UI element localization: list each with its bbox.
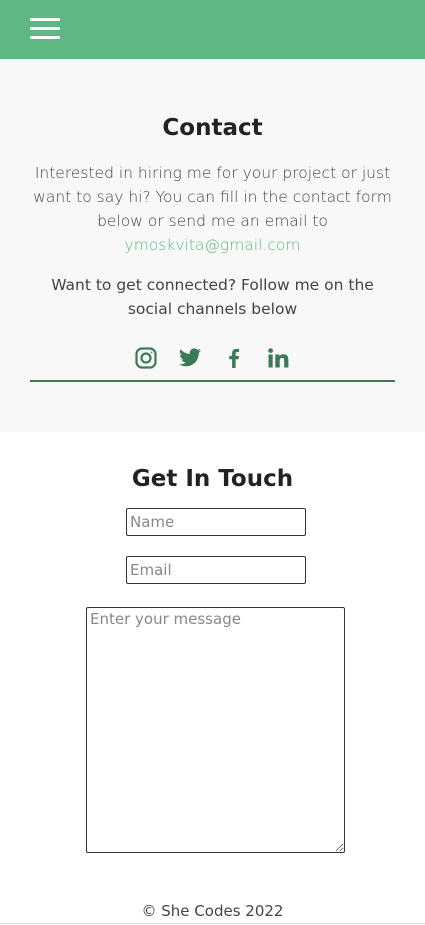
contact-intro: Interested in hiring me for your project… (30, 161, 395, 257)
menu-bar (30, 18, 60, 21)
contact-intro-text: Interested in hiring me for your project… (33, 164, 392, 230)
get-in-touch-title: Get In Touch (131, 466, 294, 492)
linkedin-icon[interactable] (266, 346, 290, 370)
section-divider (30, 380, 395, 382)
name-field[interactable] (126, 508, 306, 536)
instagram-icon[interactable] (134, 346, 158, 370)
menu-bar (30, 36, 60, 39)
facebook-icon[interactable] (222, 346, 246, 370)
hamburger-menu-icon[interactable] (30, 18, 60, 40)
email-link[interactable]: ymoskvita@gmail.com (125, 236, 301, 254)
social-links (0, 346, 425, 372)
twitter-icon[interactable] (178, 346, 202, 370)
menu-bar (30, 27, 60, 30)
message-field[interactable] (86, 607, 345, 853)
get-in-touch-section: Get In Touch © She Codes 2022 (0, 432, 425, 925)
social-text: Want to get connected? Follow me on the … (51, 276, 374, 318)
contact-section: Contact Interested in hiring me for your… (0, 59, 425, 432)
footer-divider (0, 923, 425, 924)
contact-title: Contact (162, 115, 263, 141)
navbar (0, 0, 425, 59)
email-field[interactable] (126, 556, 306, 584)
footer-text: © She Codes 2022 (141, 902, 284, 920)
